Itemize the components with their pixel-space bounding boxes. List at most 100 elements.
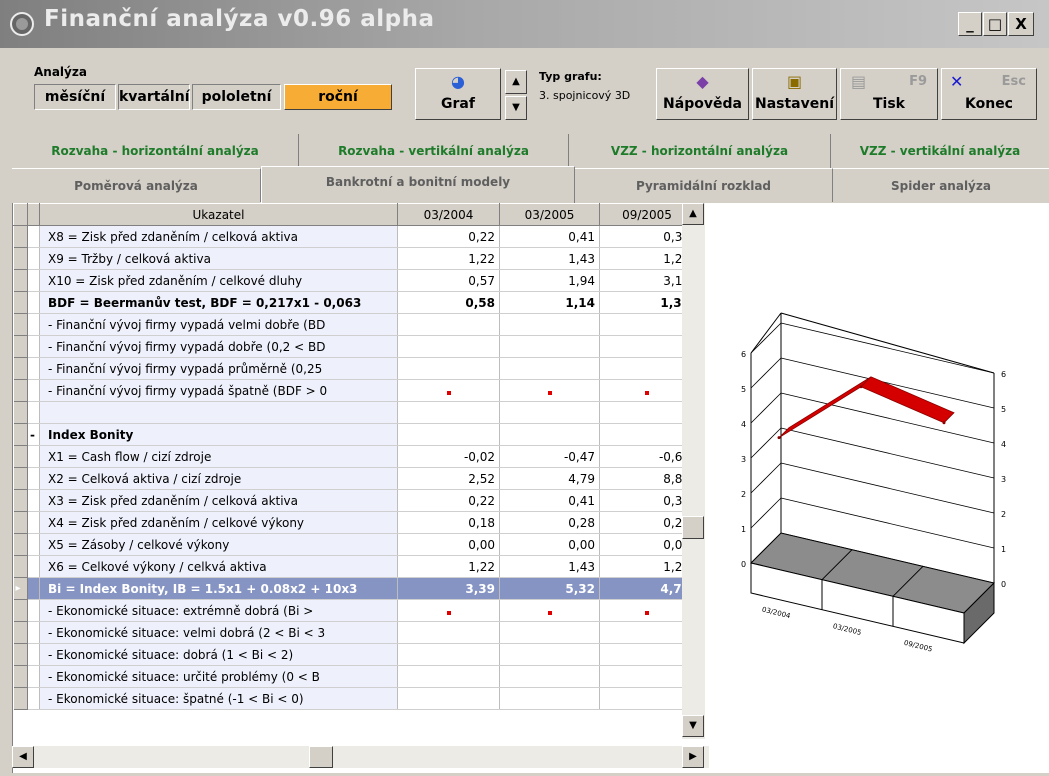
value-cell[interactable] (397, 599, 500, 622)
row-selector[interactable] (13, 643, 28, 666)
minimize-button[interactable]: _ (958, 12, 982, 36)
table-row[interactable]: - Finanční vývoj firmy vypadá velmi dobř… (13, 313, 695, 336)
tab-spider-analysis[interactable]: Spider analýza (833, 168, 1049, 202)
close-button[interactable]: X (1008, 12, 1034, 36)
row-selector[interactable] (13, 423, 28, 446)
value-cell[interactable]: 3,10 (599, 269, 695, 292)
row-label[interactable]: X8 = Zisk před zdaněním / celková aktiva (39, 225, 398, 248)
period-halfyear-button[interactable]: pololetní (192, 84, 281, 110)
value-cell[interactable]: 0,18 (397, 511, 500, 534)
row-selector[interactable] (13, 665, 28, 688)
value-cell[interactable]: 1,28 (599, 247, 695, 270)
value-cell[interactable] (599, 687, 695, 710)
value-cell[interactable]: -0,61 (599, 445, 695, 468)
print-button[interactable]: ▤ F9 Tisk (840, 68, 938, 120)
maximize-button[interactable]: □ (983, 12, 1007, 36)
table-row[interactable]: - Ekonomické situace: špatné (-1 < Bi < … (13, 687, 695, 710)
value-cell[interactable] (397, 357, 500, 380)
period-monthly-button[interactable]: měsíční (34, 84, 116, 110)
value-cell[interactable] (599, 621, 695, 644)
value-cell[interactable]: 0,28 (499, 511, 600, 534)
value-cell[interactable] (397, 665, 500, 688)
value-cell[interactable]: 2,52 (397, 467, 500, 490)
value-cell[interactable] (397, 643, 500, 666)
row-selector[interactable] (13, 401, 28, 424)
value-cell[interactable] (499, 687, 600, 710)
row-label[interactable]: X2 = Celková aktiva / cizí zdroje (39, 467, 398, 490)
row-label[interactable]: - Finanční vývoj firmy vypadá průměrně (… (39, 357, 398, 380)
value-cell[interactable]: 0,27 (599, 511, 695, 534)
row-label[interactable]: - Ekonomické situace: extrémně dobrá (Bi… (39, 599, 398, 622)
settings-button[interactable]: ▣ Nastavení (752, 68, 837, 120)
value-cell[interactable]: 0,00 (499, 533, 600, 556)
value-cell[interactable]: 1,94 (499, 269, 600, 292)
tab-balance-horizontal[interactable]: Rozvaha - horizontální analýza (12, 134, 299, 168)
row-label[interactable]: X1 = Cash flow / cizí zdroje (39, 445, 398, 468)
row-label[interactable]: Index Bonity (39, 423, 398, 446)
value-cell[interactable] (397, 313, 500, 336)
value-cell[interactable]: 0,22 (397, 225, 500, 248)
row-selector[interactable] (13, 291, 28, 314)
row-label[interactable]: - Finanční vývoj firmy vypadá špatně (BD… (39, 379, 398, 402)
value-cell[interactable]: 4,77 (599, 577, 695, 600)
scroll-right-button[interactable]: ▶ (682, 746, 704, 768)
value-cell[interactable] (599, 313, 695, 336)
vertical-scroll-thumb[interactable] (682, 516, 704, 539)
horizontal-scroll-thumb[interactable] (309, 746, 333, 768)
row-selector[interactable] (13, 313, 28, 336)
value-cell[interactable]: 1,14 (499, 291, 600, 314)
table-row[interactable]: - Finanční vývoj firmy vypadá průměrně (… (13, 357, 695, 380)
table-row[interactable]: ▸ Bi = Index Bonity, IB = 1.5x1 + 0.08x2 … (13, 577, 695, 600)
value-cell[interactable] (397, 423, 500, 446)
scroll-left-button[interactable]: ◀ (12, 746, 34, 768)
help-button[interactable]: ◆ Nápověda (656, 68, 749, 120)
table-row[interactable]: X8 = Zisk před zdaněním / celková aktiva… (13, 225, 695, 248)
value-cell[interactable] (499, 313, 600, 336)
value-cell[interactable]: -0,47 (499, 445, 600, 468)
value-cell[interactable] (397, 401, 500, 424)
row-selector[interactable] (13, 445, 28, 468)
row-label[interactable]: X5 = Zásoby / celkové výkony (39, 533, 398, 556)
value-cell[interactable] (599, 643, 695, 666)
row-selector[interactable] (13, 247, 28, 270)
tab-balance-vertical[interactable]: Rozvaha - vertikální analýza (299, 134, 569, 168)
row-label[interactable]: X10 = Zisk před zdaněním / celkové dluhy (39, 269, 398, 292)
row-selector[interactable] (13, 489, 28, 512)
row-label[interactable]: BDF = Beermanův test, BDF = 0,217x1 - 0,… (39, 291, 398, 314)
value-cell[interactable] (599, 423, 695, 446)
chart-type-up-button[interactable]: ▲ (505, 70, 527, 94)
tab-pl-vertical[interactable]: VZZ - vertikální analýza (831, 134, 1049, 168)
value-cell[interactable]: -0,02 (397, 445, 500, 468)
value-cell[interactable] (397, 687, 500, 710)
row-label[interactable]: X3 = Zisk před zdaněním / celková aktiva (39, 489, 398, 512)
row-selector[interactable] (13, 621, 28, 644)
row-selector[interactable] (13, 533, 28, 556)
tab-pl-horizontal[interactable]: VZZ - horizontální analýza (569, 134, 831, 168)
row-label[interactable]: - Ekonomické situace: velmi dobrá (2 < B… (39, 621, 398, 644)
row-selector[interactable] (13, 269, 28, 292)
scroll-up-button[interactable]: ▲ (682, 203, 704, 225)
tab-ratio-analysis[interactable]: Poměrová analýza (12, 168, 261, 202)
value-cell[interactable]: 0,41 (499, 225, 600, 248)
row-label[interactable]: - Ekonomické situace: špatné (-1 < Bi < … (39, 687, 398, 710)
graph-button[interactable]: ◕ Graf (415, 68, 501, 120)
value-cell[interactable]: 8,84 (599, 467, 695, 490)
table-row[interactable]: - Finanční vývoj firmy vypadá dobře (0,2… (13, 335, 695, 358)
tab-bankruptcy-models[interactable]: Bankrotní a bonitní modely (261, 166, 575, 203)
value-cell[interactable]: 0,00 (397, 533, 500, 556)
row-label[interactable]: - Ekonomické situace: dobrá (1 < Bi < 2) (39, 643, 398, 666)
value-cell[interactable] (499, 357, 600, 380)
table-row[interactable]: X1 = Cash flow / cizí zdroje -0,02 -0,47 -0… (13, 445, 695, 468)
value-cell[interactable]: 0,41 (499, 489, 600, 512)
table-row[interactable]: X4 = Zisk před zdaněním / celkové výkony… (13, 511, 695, 534)
value-cell[interactable]: 0,00 (599, 533, 695, 556)
row-selector[interactable] (13, 225, 28, 248)
tab-pyramid-decomposition[interactable]: Pyramidální rozklad (575, 168, 833, 202)
table-row[interactable]: - Finanční vývoj firmy vypadá špatně (BD… (13, 379, 695, 402)
table-row[interactable]: BDF = Beermanův test, BDF = 0,217x1 - 0,… (13, 291, 695, 314)
table-row[interactable]: - Ekonomické situace: dobrá (1 < Bi < 2) (13, 643, 695, 666)
value-cell[interactable]: 5,32 (499, 577, 600, 600)
value-cell[interactable] (397, 335, 500, 358)
column-header[interactable]: Ukazatel (39, 203, 398, 226)
vertical-scrollbar[interactable]: ▲ ▼ (682, 203, 705, 739)
